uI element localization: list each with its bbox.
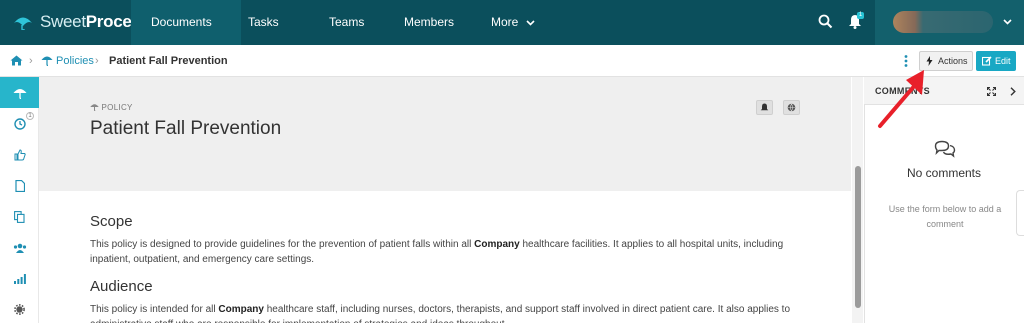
left-rail: 1	[0, 77, 39, 323]
thumbs-up-icon	[14, 148, 26, 160]
globe-icon	[787, 103, 796, 112]
document-icon	[14, 179, 25, 192]
rail-approvals[interactable]	[0, 139, 39, 170]
signal-bars-icon	[13, 273, 26, 284]
bell-icon	[760, 103, 769, 111]
search-icon[interactable]	[818, 14, 833, 29]
edit-button-label: Edit	[995, 56, 1011, 66]
breadcrumb-current: Patient Fall Prevention	[109, 55, 228, 67]
section-text-audience: This policy is intended for all Company …	[90, 302, 810, 323]
audience-company-bold: Company	[218, 304, 264, 315]
no-comments-title: No comments	[906, 166, 982, 180]
nav-more-label: More	[491, 15, 519, 29]
section-text-scope: This policy is designed to provide guide…	[90, 237, 810, 267]
notification-badge: 1	[857, 12, 864, 19]
expand-icon[interactable]	[987, 87, 996, 96]
rail-history[interactable]: 1	[0, 108, 39, 139]
history-badge: 1	[26, 112, 34, 120]
nav-members[interactable]: Members	[404, 0, 454, 45]
side-panel-handle[interactable]	[1016, 190, 1024, 236]
audience-text-part: This policy is intended for all	[90, 304, 219, 315]
rail-team[interactable]	[0, 232, 39, 263]
logo[interactable]: SweetProcess	[12, 11, 150, 33]
visibility-button[interactable]	[783, 100, 800, 115]
home-icon[interactable]	[10, 55, 23, 66]
edit-button[interactable]: Edit	[976, 51, 1016, 71]
rail-settings[interactable]	[0, 294, 39, 323]
chevron-right-icon[interactable]	[1010, 87, 1016, 96]
gear-icon	[14, 304, 25, 315]
rail-copies[interactable]	[0, 201, 39, 232]
umbrella-icon	[13, 88, 26, 99]
breadcrumb-separator: ›	[95, 55, 99, 67]
users-icon	[13, 243, 26, 253]
umbrella-icon	[90, 104, 99, 112]
scope-company-bold: Company	[474, 239, 520, 250]
copy-icon	[14, 210, 25, 223]
comments-icon	[934, 140, 956, 158]
umbrella-icon	[41, 56, 53, 66]
breadcrumb-policies-link[interactable]: Policies	[56, 45, 94, 77]
scrollbar-thumb[interactable]	[855, 166, 861, 308]
avatar	[893, 11, 993, 33]
document-type-label: POLICY	[90, 103, 133, 112]
actions-button-label: Actions	[938, 56, 968, 66]
document-type-text: POLICY	[101, 103, 133, 112]
chevron-down-icon	[1003, 19, 1012, 25]
edit-icon	[982, 56, 992, 66]
nav-teams[interactable]: Teams	[329, 0, 364, 45]
top-navbar: SweetProcess Documents Tasks Teams Membe…	[0, 0, 1024, 45]
nav-tasks[interactable]: Tasks	[248, 0, 279, 45]
rail-document[interactable]	[0, 170, 39, 201]
nav-documents[interactable]: Documents	[151, 0, 212, 45]
logo-text-light: Sweet	[40, 12, 86, 31]
breadcrumb-separator: ›	[29, 55, 33, 67]
scope-text-part: This policy is designed to provide guide…	[90, 239, 475, 250]
sweetprocess-logo-icon	[14, 17, 32, 30]
nav-more[interactable]: More	[491, 0, 535, 45]
clock-icon	[13, 117, 26, 130]
user-menu[interactable]	[875, 0, 1024, 45]
section-heading-scope: Scope	[90, 213, 133, 230]
rail-policy[interactable]	[0, 77, 39, 108]
subscribe-button[interactable]	[756, 100, 773, 115]
chevron-down-icon	[526, 20, 535, 26]
annotation-arrow-icon	[878, 70, 924, 128]
section-heading-audience: Audience	[90, 278, 153, 295]
page-title: Patient Fall Prevention	[90, 118, 282, 139]
no-comments-hint: Use the form below to add a comment	[888, 204, 1002, 229]
rail-stats[interactable]	[0, 263, 39, 294]
